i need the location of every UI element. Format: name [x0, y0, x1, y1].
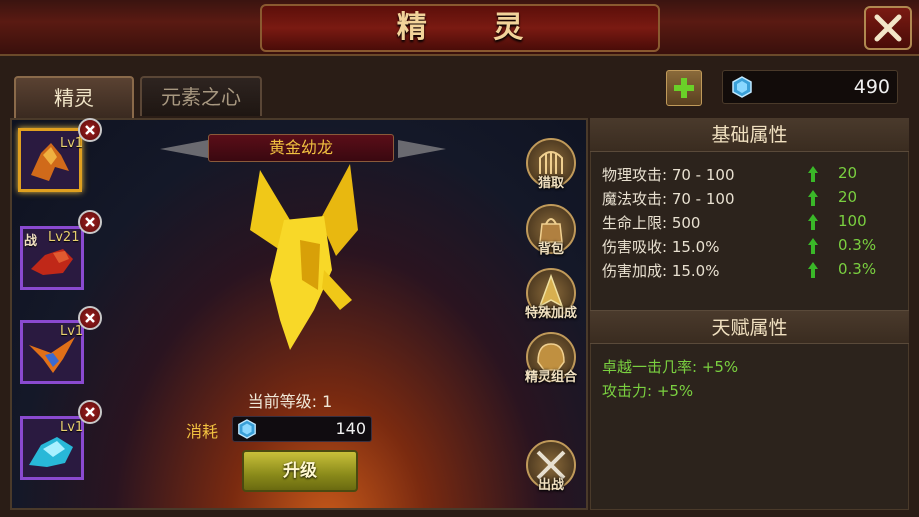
golden-dragon-model: [250, 164, 358, 350]
deploy-label: 出战: [537, 478, 564, 493]
close-button[interactable]: [864, 6, 912, 50]
stat-increase: 0.3%: [838, 260, 877, 278]
talent-row: 攻击力: +5%: [602, 382, 694, 400]
close-icon: [85, 125, 95, 135]
add-currency-button[interactable]: [666, 70, 702, 106]
currency-value: 490: [853, 76, 890, 98]
current-level: 当前等级: 1: [247, 392, 333, 411]
remove-sprite-button[interactable]: [78, 210, 102, 234]
sprite-level: Lv1: [60, 420, 84, 435]
stat-row: 魔法攻击: 70 - 100 20: [602, 188, 902, 212]
up-arrow-icon: [808, 262, 818, 278]
talent-attr-header: 天赋属性: [590, 310, 909, 344]
remove-sprite-button[interactable]: [78, 118, 102, 142]
sprite-level: Lv21: [48, 230, 80, 245]
stat-row: 伤害吸收: 15.0% 0.3%: [602, 236, 902, 260]
stat-increase: 20: [838, 188, 858, 206]
tab-sprite[interactable]: 精灵: [14, 76, 134, 118]
up-arrow-icon: [808, 238, 818, 254]
battle-badge: 战: [24, 234, 38, 249]
cost-value: 140: [335, 419, 366, 438]
sprite-name: 黄金幼龙: [268, 138, 333, 157]
stat-name: 伤害吸收: 15.0%: [602, 238, 720, 256]
stat-name: 伤害加成: 15.0%: [602, 262, 720, 280]
plus-icon: [674, 78, 694, 98]
up-arrow-icon: [808, 190, 818, 206]
sprite-combo-label: 精灵组合: [524, 370, 577, 385]
cost-label: 消耗: [186, 422, 219, 441]
close-icon: [85, 313, 95, 323]
stat-row: 物理攻击: 70 - 100 20: [602, 164, 902, 188]
stat-increase: 20: [838, 164, 858, 182]
up-arrow-icon: [808, 166, 818, 182]
crystal-icon: [732, 76, 752, 98]
stat-increase: 0.3%: [838, 236, 877, 254]
up-arrow-icon: [808, 214, 818, 230]
remove-sprite-button[interactable]: [78, 400, 102, 424]
remove-sprite-button[interactable]: [78, 306, 102, 330]
special-bonus-label: 特殊加成: [524, 306, 577, 321]
page-title: 精 灵: [396, 10, 552, 45]
upgrade-button[interactable]: 升级: [242, 450, 358, 492]
stat-name: 魔法攻击: 70 - 100: [602, 190, 735, 208]
stat-row: 伤害加成: 15.0% 0.3%: [602, 260, 902, 284]
stat-increase: 100: [838, 212, 867, 230]
talent-row: 卓越一击几率: +5%: [602, 358, 739, 376]
tab-element-heart[interactable]: 元素之心: [140, 76, 262, 116]
stat-name: 物理攻击: 70 - 100: [602, 166, 735, 184]
stat-name: 生命上限: 500: [602, 214, 701, 232]
crystal-icon: [238, 419, 256, 439]
close-icon: [85, 217, 95, 227]
base-attr-header: 基础属性: [590, 118, 909, 152]
close-icon: [874, 14, 902, 42]
hunt-label: 猎取: [537, 176, 564, 191]
stat-row: 生命上限: 500 100: [602, 212, 902, 236]
bag-label: 背包: [537, 242, 564, 257]
close-icon: [85, 407, 95, 417]
